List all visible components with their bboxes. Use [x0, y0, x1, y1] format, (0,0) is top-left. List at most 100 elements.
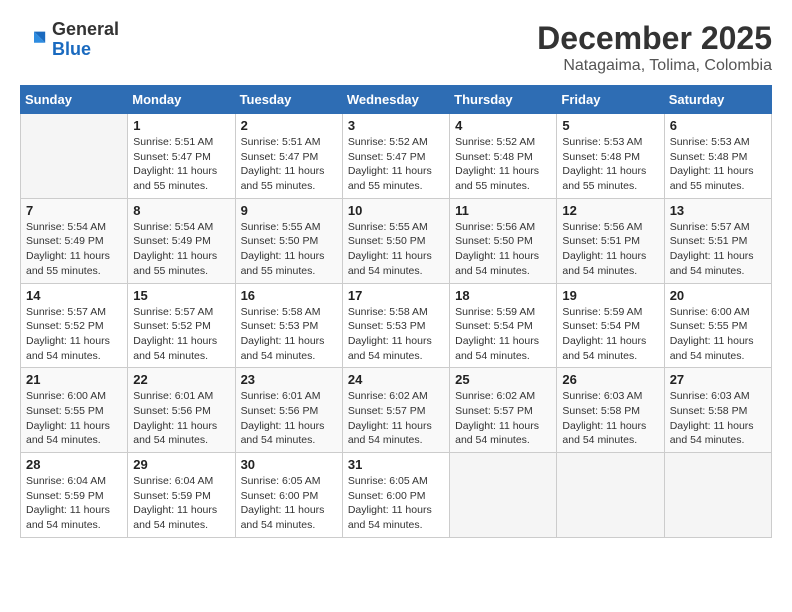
day-cell: 16Sunrise: 5:58 AMSunset: 5:53 PMDayligh… — [235, 283, 342, 368]
day-cell: 29 Sunrise: 6:04 AMSunset: 5:59 PMDayligh… — [128, 453, 235, 538]
day-cell: 6 Sunrise: 5:53 AMSunset: 5:48 PMDaylight… — [664, 114, 771, 199]
day-cell: 14 Sunrise: 5:57 AMSunset: 5:52 PMDayligh… — [21, 283, 128, 368]
day-cell: 27 Sunrise: 6:03 AMSunset: 5:58 PMDayligh… — [664, 368, 771, 453]
day-cell: 28 Sunrise: 6:04 AMSunset: 5:59 PMDayligh… — [21, 453, 128, 538]
day-cell: 11 Sunrise: 5:56 AMSunset: 5:50 PMDayligh… — [450, 198, 557, 283]
logo: General Blue — [20, 20, 119, 60]
day-number: 17 — [348, 288, 444, 303]
day-number: 6 — [670, 118, 766, 133]
day-info: Sunrise: 5:53 AMSunset: 5:48 PMDaylight:… — [562, 135, 658, 194]
day-number: 7 — [26, 203, 122, 218]
day-info: Sunrise: 6:04 AMSunset: 5:59 PMDaylight:… — [133, 474, 229, 533]
day-cell: 15 Sunrise: 5:57 AMSunset: 5:52 PMDayligh… — [128, 283, 235, 368]
day-cell: 22 Sunrise: 6:01 AMSunset: 5:56 PMDayligh… — [128, 368, 235, 453]
day-number: 30 — [241, 457, 337, 472]
day-info: Sunrise: 5:53 AMSunset: 5:48 PMDaylight:… — [670, 135, 766, 194]
day-cell: 23 Sunrise: 6:01 AMSunset: 5:56 PMDayligh… — [235, 368, 342, 453]
day-info: Sunrise: 5:57 AMSunset: 5:52 PMDaylight:… — [26, 305, 122, 364]
day-info: Sunrise: 5:58 AMSunset: 5:53 PMDaylight:… — [348, 305, 444, 364]
day-info: Sunrise: 5:54 AMSunset: 5:49 PMDaylight:… — [26, 220, 122, 279]
day-info: Sunrise: 5:57 AMSunset: 5:52 PMDaylight:… — [133, 305, 229, 364]
page-header: General Blue December 2025 Natagaima, To… — [20, 20, 772, 75]
day-info: Sunrise: 6:02 AMSunset: 5:57 PMDaylight:… — [455, 389, 551, 448]
day-cell: 5 Sunrise: 5:53 AMSunset: 5:48 PMDaylight… — [557, 114, 664, 199]
day-number: 11 — [455, 203, 551, 218]
day-number: 5 — [562, 118, 658, 133]
day-number: 25 — [455, 372, 551, 387]
day-number: 2 — [241, 118, 337, 133]
day-number: 24 — [348, 372, 444, 387]
day-info: Sunrise: 5:56 AMSunset: 5:51 PMDaylight:… — [562, 220, 658, 279]
day-info: Sunrise: 6:05 AMSunset: 6:00 PMDaylight:… — [348, 474, 444, 533]
day-number: 1 — [133, 118, 229, 133]
day-info: Sunrise: 5:57 AMSunset: 5:51 PMDaylight:… — [670, 220, 766, 279]
col-header-friday: Friday — [557, 86, 664, 114]
day-number: 28 — [26, 457, 122, 472]
day-info: Sunrise: 5:51 AMSunset: 5:47 PMDaylight:… — [133, 135, 229, 194]
day-number: 12 — [562, 203, 658, 218]
day-number: 27 — [670, 372, 766, 387]
day-cell: 26 Sunrise: 6:03 AMSunset: 5:58 PMDayligh… — [557, 368, 664, 453]
day-cell: 3 Sunrise: 5:52 AMSunset: 5:47 PMDaylight… — [342, 114, 449, 199]
day-cell: 19Sunrise: 5:59 AMSunset: 5:54 PMDayligh… — [557, 283, 664, 368]
day-number: 4 — [455, 118, 551, 133]
day-cell — [21, 114, 128, 199]
day-number: 13 — [670, 203, 766, 218]
title-block: December 2025 Natagaima, Tolima, Colombi… — [537, 20, 772, 75]
col-header-thursday: Thursday — [450, 86, 557, 114]
day-info: Sunrise: 6:03 AMSunset: 5:58 PMDaylight:… — [670, 389, 766, 448]
col-header-monday: Monday — [128, 86, 235, 114]
day-number: 23 — [241, 372, 337, 387]
day-cell: 20Sunrise: 6:00 AMSunset: 5:55 PMDayligh… — [664, 283, 771, 368]
day-number: 16 — [241, 288, 337, 303]
day-number: 18 — [455, 288, 551, 303]
day-cell: 4 Sunrise: 5:52 AMSunset: 5:48 PMDaylight… — [450, 114, 557, 199]
day-info: Sunrise: 5:59 AMSunset: 5:54 PMDaylight:… — [455, 305, 551, 364]
day-cell: 7 Sunrise: 5:54 AMSunset: 5:49 PMDaylight… — [21, 198, 128, 283]
day-cell: 12 Sunrise: 5:56 AMSunset: 5:51 PMDayligh… — [557, 198, 664, 283]
day-info: Sunrise: 5:52 AMSunset: 5:47 PMDaylight:… — [348, 135, 444, 194]
day-number: 10 — [348, 203, 444, 218]
day-cell: 2Sunrise: 5:51 AMSunset: 5:47 PMDaylight… — [235, 114, 342, 199]
day-cell: 18 Sunrise: 5:59 AMSunset: 5:54 PMDayligh… — [450, 283, 557, 368]
day-cell: 8Sunrise: 5:54 AMSunset: 5:49 PMDaylight… — [128, 198, 235, 283]
logo-icon — [20, 26, 48, 54]
week-row-4: 21Sunrise: 6:00 AMSunset: 5:55 PMDayligh… — [21, 368, 772, 453]
day-cell — [664, 453, 771, 538]
day-cell: 30 Sunrise: 6:05 AMSunset: 6:00 PMDayligh… — [235, 453, 342, 538]
day-number: 22 — [133, 372, 229, 387]
day-cell — [557, 453, 664, 538]
day-cell: 17 Sunrise: 5:58 AMSunset: 5:53 PMDayligh… — [342, 283, 449, 368]
day-info: Sunrise: 6:01 AMSunset: 5:56 PMDaylight:… — [133, 389, 229, 448]
day-cell: 9Sunrise: 5:55 AMSunset: 5:50 PMDaylight… — [235, 198, 342, 283]
day-info: Sunrise: 6:00 AMSunset: 5:55 PMDaylight:… — [670, 305, 766, 364]
day-info: Sunrise: 5:55 AMSunset: 5:50 PMDaylight:… — [241, 220, 337, 279]
calendar-table: SundayMondayTuesdayWednesdayThursdayFrid… — [20, 85, 772, 538]
day-number: 26 — [562, 372, 658, 387]
day-info: Sunrise: 6:03 AMSunset: 5:58 PMDaylight:… — [562, 389, 658, 448]
day-info: Sunrise: 6:02 AMSunset: 5:57 PMDaylight:… — [348, 389, 444, 448]
day-number: 31 — [348, 457, 444, 472]
day-number: 14 — [26, 288, 122, 303]
day-info: Sunrise: 5:55 AMSunset: 5:50 PMDaylight:… — [348, 220, 444, 279]
day-info: Sunrise: 5:52 AMSunset: 5:48 PMDaylight:… — [455, 135, 551, 194]
day-number: 29 — [133, 457, 229, 472]
day-number: 3 — [348, 118, 444, 133]
day-info: Sunrise: 5:56 AMSunset: 5:50 PMDaylight:… — [455, 220, 551, 279]
col-header-tuesday: Tuesday — [235, 86, 342, 114]
header-row: SundayMondayTuesdayWednesdayThursdayFrid… — [21, 86, 772, 114]
week-row-1: 1 Sunrise: 5:51 AMSunset: 5:47 PMDaylight… — [21, 114, 772, 199]
day-cell: 13 Sunrise: 5:57 AMSunset: 5:51 PMDayligh… — [664, 198, 771, 283]
day-cell: 10 Sunrise: 5:55 AMSunset: 5:50 PMDayligh… — [342, 198, 449, 283]
col-header-sunday: Sunday — [21, 86, 128, 114]
day-cell: 24 Sunrise: 6:02 AMSunset: 5:57 PMDayligh… — [342, 368, 449, 453]
week-row-3: 14 Sunrise: 5:57 AMSunset: 5:52 PMDayligh… — [21, 283, 772, 368]
day-info: Sunrise: 6:05 AMSunset: 6:00 PMDaylight:… — [241, 474, 337, 533]
day-number: 21 — [26, 372, 122, 387]
day-info: Sunrise: 6:01 AMSunset: 5:56 PMDaylight:… — [241, 389, 337, 448]
day-info: Sunrise: 5:54 AMSunset: 5:49 PMDaylight:… — [133, 220, 229, 279]
col-header-saturday: Saturday — [664, 86, 771, 114]
day-cell: 21Sunrise: 6:00 AMSunset: 5:55 PMDayligh… — [21, 368, 128, 453]
day-number: 15 — [133, 288, 229, 303]
day-info: Sunrise: 6:04 AMSunset: 5:59 PMDaylight:… — [26, 474, 122, 533]
